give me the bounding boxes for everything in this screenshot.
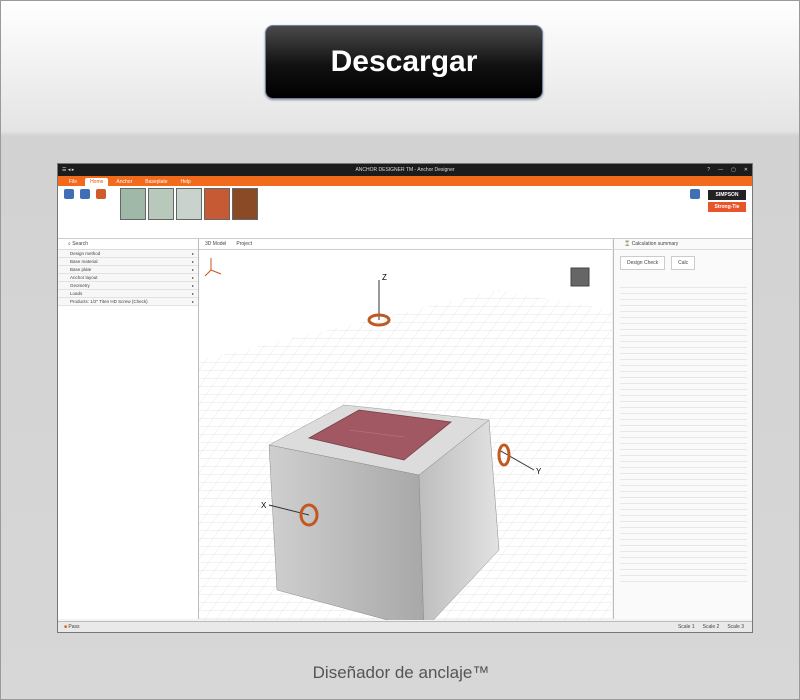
tab-anchor[interactable]: Anchor [111,178,137,186]
caption: Diseñador de anclaje™ [312,663,490,682]
z-axis-label: Z [382,273,387,282]
tab-home[interactable]: Home [85,178,109,186]
brand-logo-top: SIMPSON [708,190,746,200]
expand-icon: ▸ [191,291,194,296]
expand-icon: ▸ [191,275,194,280]
view-cube-icon[interactable] [570,267,590,287]
tab-baseplate[interactable]: Baseplate [140,178,172,186]
expand-icon: ▸ [191,283,194,288]
ribbon-tabs: File Home Anchor Baseplate Help [58,176,752,186]
left-item-base-plate[interactable]: Base plate ▸ [58,266,198,274]
app-titlebar: ☰ ◂ ▸ ANCHOR DESIGNER TM - Anchor Design… [58,164,752,176]
left-panel: ⌕ Search Design method ▸ Base material ▸ B… [58,239,199,619]
brand-logo-bottom: Strong-Tie [708,202,746,212]
left-item-products[interactable]: Products: 1/2" Titen HD Screw (Check) ▸ [58,298,198,306]
tab-project[interactable]: Project [236,241,252,247]
save-icon [96,189,106,199]
left-item-label: Products: 1/2" Titen HD Screw (Check) [70,299,148,304]
open-project-button[interactable] [78,189,92,213]
window-controls: ? — ▢ ✕ [707,167,748,173]
y-axis-label: Y [536,467,542,476]
tab-3d-model[interactable]: 3D Model [205,241,226,247]
x-axis-label: X [261,501,267,510]
left-item-anchor-layout[interactable]: Anchor layout ▸ [58,274,198,282]
download-button[interactable]: Descargar [265,25,543,99]
design-check-button[interactable]: Design Check [620,256,666,270]
3d-model-canvas[interactable]: Z Y X [199,250,612,631]
left-item-loads[interactable]: Loads ▸ [58,290,198,298]
new-project-button[interactable] [62,189,76,213]
axis-triad-icon [204,258,222,277]
template-thumb-1[interactable] [120,188,146,220]
calculation-summary-content [620,282,747,582]
left-item-label: Base material [70,259,98,264]
status-zooms: Scale 1 Scale 2 Scale 3 [678,624,752,630]
new-file-icon [64,189,74,199]
left-item-label: Loads [70,291,83,296]
status-zoom-3[interactable]: Scale 3 [727,624,744,630]
status-zoom-1[interactable]: Scale 1 [678,624,695,630]
left-panel-title: Search [72,241,89,247]
open-folder-icon [80,189,90,199]
status-bar: ■ Pass Scale 1 Scale 2 Scale 3 [58,621,752,632]
status-indicator-icon: ■ [64,624,68,630]
template-thumb-5[interactable] [232,188,258,220]
app-screenshot: ☰ ◂ ▸ ANCHOR DESIGNER TM - Anchor Design… [57,163,753,633]
model-view[interactable]: 3D Model Project Z Y X [199,239,612,631]
left-item-base-material[interactable]: Base material ▸ [58,258,198,266]
template-thumb-4[interactable] [204,188,230,220]
tab-file[interactable]: File [64,178,82,186]
status-text: Pass [68,624,80,630]
save-project-button[interactable] [94,189,108,213]
right-panel-buttons: Design Check Calc [614,250,752,276]
expand-icon: ▸ [191,259,194,264]
calc-button[interactable]: Calc [671,256,696,270]
left-item-geometry[interactable]: Geometry ▸ [58,282,198,290]
tab-help[interactable]: Help [176,178,196,186]
expand-icon: ▸ [191,251,194,256]
window-title: ANCHOR DESIGNER TM - Anchor Designer [355,167,455,173]
page-frame: Descargar ☰ ◂ ▸ ANCHOR DESIGNER TM - Anc… [0,0,800,700]
block-front-face [268,444,425,631]
expand-icon: ▸ [191,267,194,272]
expand-icon: ▸ [191,299,194,304]
report-button[interactable] [688,189,702,213]
left-item-label: Design method [70,251,101,256]
right-panel-title: Calculation summary [631,241,679,247]
report-icon [690,189,700,199]
left-item-label: Anchor layout [70,275,98,280]
right-panel-header: ⌛ Calculation summary [614,239,752,250]
view-tabs: 3D Model Project [199,239,612,250]
right-panel: ⌛ Calculation summary Design Check Calc [613,239,752,619]
search-icon: ⌕ [68,241,71,247]
status-zoom-2[interactable]: Scale 2 [703,624,720,630]
template-thumb-3[interactable] [176,188,202,220]
hourglass-icon: ⌛ [624,241,631,247]
ribbon: SIMPSON Strong-Tie [58,186,752,239]
left-panel-header: ⌕ Search [58,239,198,250]
left-item-label: Geometry [70,283,90,288]
left-item-design-method[interactable]: Design method ▸ [58,250,198,258]
left-item-label: Base plate [70,267,92,272]
template-thumb-2[interactable] [148,188,174,220]
